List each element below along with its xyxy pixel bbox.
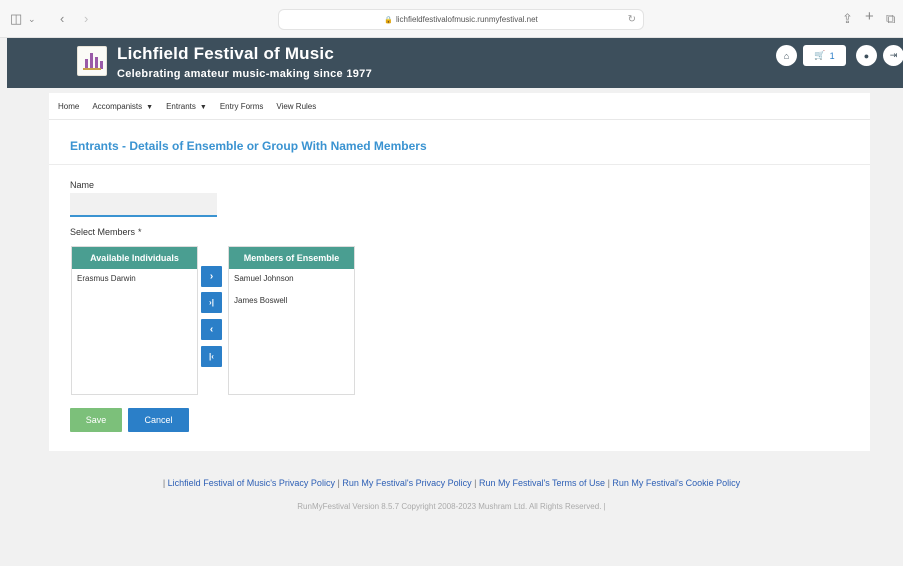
nav-entrants[interactable]: Entrants ▼ xyxy=(166,102,207,111)
logout-icon: ⇥ xyxy=(889,50,898,60)
available-individuals-list[interactable]: Available Individuals Erasmus Darwin xyxy=(71,246,198,395)
nav-entry-forms[interactable]: Entry Forms xyxy=(220,102,264,111)
chevron-left-icon: ‹ xyxy=(209,324,214,335)
move-selected-left-button[interactable]: ‹ xyxy=(201,319,222,340)
rmf-privacy-link[interactable]: Run My Festival's Privacy Policy xyxy=(342,478,471,488)
url-text: lichfieldfestivalofmusic.runmyfestival.n… xyxy=(395,15,538,24)
rmf-terms-link[interactable]: Run My Festival's Terms of Use xyxy=(479,478,605,488)
save-button[interactable]: Save xyxy=(70,408,122,432)
home-button[interactable]: ⌂ xyxy=(776,45,797,66)
members-of-ensemble-header: Members of Ensemble xyxy=(229,247,354,269)
available-individuals-header: Available Individuals xyxy=(72,247,197,269)
chevron-right-bar-icon: ›| xyxy=(209,298,214,307)
cart-button[interactable]: 🛒 1 xyxy=(803,45,846,66)
sidebar-icon[interactable]: ◫ xyxy=(10,11,22,27)
footer-links: | Lichfield Festival of Music's Privacy … xyxy=(162,478,741,488)
page-title: Entrants - Details of Ensemble or Group … xyxy=(70,139,427,153)
festival-privacy-link[interactable]: Lichfield Festival of Music's Privacy Po… xyxy=(168,478,335,488)
nav-view-rules[interactable]: View Rules xyxy=(276,102,316,111)
cart-count: 1 xyxy=(829,50,835,61)
members-of-ensemble-list[interactable]: Members of Ensemble Samuel Johnson James… xyxy=(228,246,355,395)
ensemble-form-card: Entrants - Details of Ensemble or Group … xyxy=(49,120,870,451)
browser-toolbar: ◫ ⌄ ‹ › 🔒 lichfieldfestivalofmusic.runmyf… xyxy=(0,0,903,38)
account-button[interactable]: ● xyxy=(856,45,877,66)
share-icon[interactable]: ⇪ xyxy=(842,11,853,27)
festival-logo[interactable] xyxy=(77,46,107,76)
name-label: Name xyxy=(70,180,95,190)
forward-icon[interactable]: › xyxy=(84,11,88,27)
rmf-cookie-link[interactable]: Run My Festival's Cookie Policy xyxy=(612,478,740,488)
lock-icon: 🔒 xyxy=(384,17,393,24)
tabs-icon[interactable]: ⧉ xyxy=(886,11,895,27)
list-item[interactable]: Samuel Johnson xyxy=(229,269,354,291)
user-icon: ● xyxy=(863,50,870,61)
address-bar[interactable]: 🔒 lichfieldfestivalofmusic.runmyfestival.… xyxy=(278,9,644,30)
home-icon: ⌂ xyxy=(783,50,790,61)
chevron-right-icon: › xyxy=(209,271,214,282)
select-members-label: Select Members * xyxy=(70,227,142,237)
reload-icon[interactable]: ↻ xyxy=(628,10,636,29)
chevron-down-icon[interactable]: ⌄ xyxy=(28,11,36,27)
nav-accompanists[interactable]: Accompanists ▼ xyxy=(92,102,153,111)
cancel-button[interactable]: Cancel xyxy=(128,408,189,432)
move-selected-right-button[interactable]: › xyxy=(201,266,222,287)
copyright-text: RunMyFestival Version 8.5.7 Copyright 20… xyxy=(297,502,606,511)
chevron-down-icon: ▼ xyxy=(199,103,207,111)
chevron-left-bar-icon: |‹ xyxy=(209,352,214,361)
site-tagline: Celebrating amateur music-making since 1… xyxy=(117,68,372,80)
list-item[interactable]: Erasmus Darwin xyxy=(72,269,197,291)
logout-button[interactable]: ⇥ xyxy=(883,45,903,66)
move-all-left-button[interactable]: |‹ xyxy=(201,346,222,367)
cart-icon: 🛒 xyxy=(814,50,826,60)
move-all-right-button[interactable]: ›| xyxy=(201,292,222,313)
site-title[interactable]: Lichfield Festival of Music xyxy=(117,44,334,64)
nav-home[interactable]: Home xyxy=(58,102,79,111)
chevron-down-icon: ▼ xyxy=(146,103,154,111)
list-item[interactable]: James Boswell xyxy=(229,291,354,313)
required-mark: * xyxy=(138,227,142,237)
new-tab-icon[interactable]: + xyxy=(865,9,874,25)
name-input[interactable] xyxy=(70,193,217,217)
back-icon[interactable]: ‹ xyxy=(60,11,64,27)
title-divider xyxy=(49,164,870,165)
site-header: Lichfield Festival of Music Celebrating … xyxy=(7,38,903,88)
main-nav: Home Accompanists ▼ Entrants ▼ Entry Forms… xyxy=(49,93,870,120)
